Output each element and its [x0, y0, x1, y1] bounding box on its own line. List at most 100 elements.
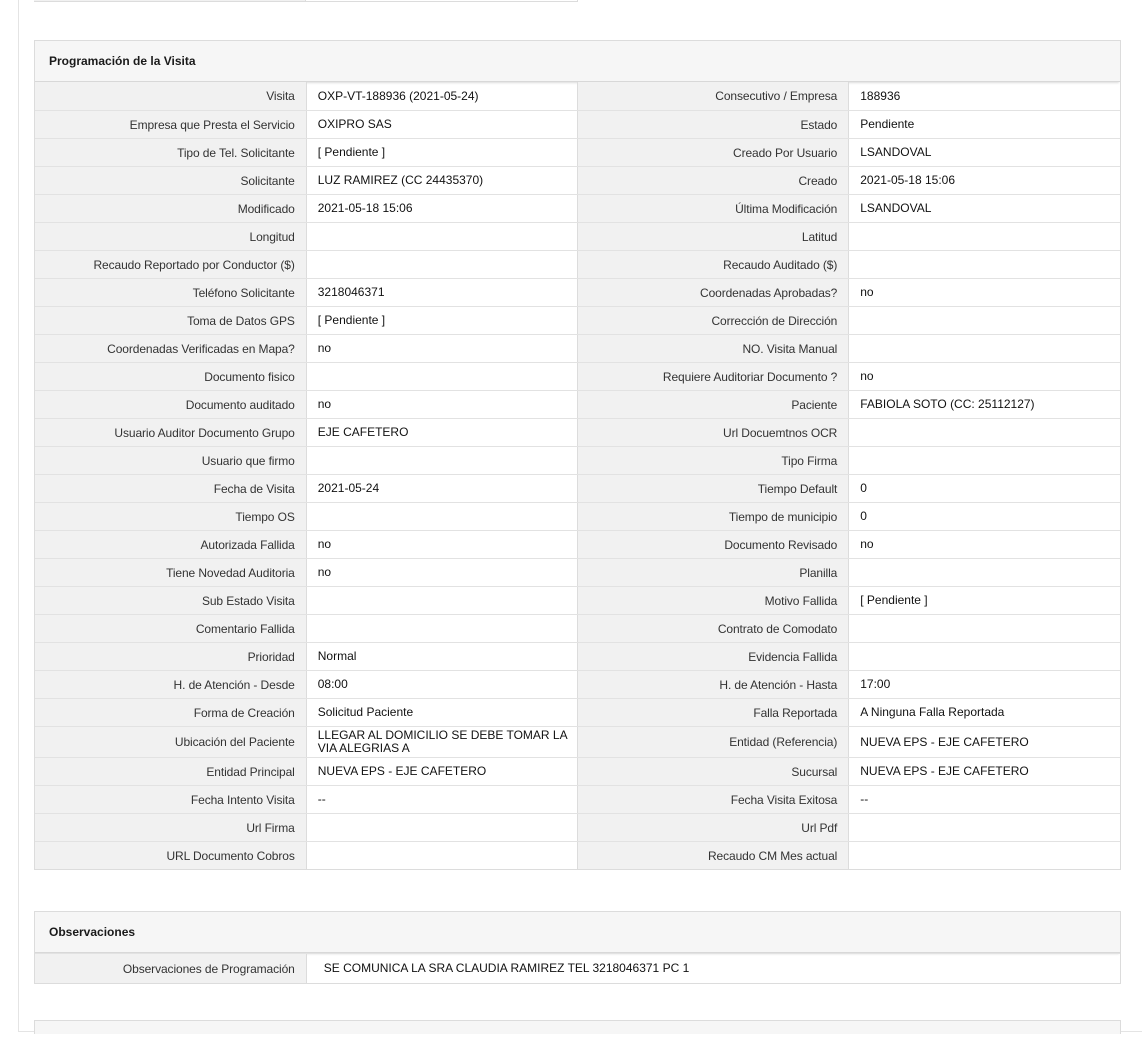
right-field-value: 188936 — [860, 88, 901, 103]
left-field-value: no — [307, 335, 578, 362]
left-field-value — [307, 587, 578, 614]
table-row: Tiene Novedad Auditoria no Planilla — [35, 558, 1120, 586]
right-field-value — [849, 842, 1120, 869]
right-field-value: no — [860, 537, 874, 551]
right-field-value: 0 — [860, 509, 867, 523]
right-field-value — [849, 251, 1120, 278]
right-field-value: 2021-05-18 15:06 — [860, 173, 955, 187]
table-row: Tiempo OS Tiempo de municipio 0 — [35, 502, 1120, 530]
right-field-value: LSANDOVAL — [860, 145, 932, 159]
left-field-value — [307, 503, 578, 530]
left-field-value: -- — [307, 786, 578, 813]
left-field-value: LLEGAR AL DOMICILIO SE DEBE TOMAR LA VIA… — [307, 727, 578, 757]
right-field-label: Contrato de Comodato — [577, 615, 850, 642]
table-row: Documento fisico Requiere Auditoriar Docu… — [35, 362, 1120, 390]
left-field-value: no — [307, 531, 578, 558]
table-row: Url Firma Url Pdf — [35, 813, 1120, 841]
left-field-value: LUZ RAMIREZ (CC 24435370) — [307, 167, 578, 194]
left-field-value: Normal — [307, 643, 578, 670]
left-field-value: [ Pendiente ] — [307, 139, 578, 166]
table-row: URL Documento Cobros Recaudo CM Mes actua… — [35, 841, 1120, 869]
right-field-value — [849, 223, 1120, 250]
left-field-label: Tiempo OS — [35, 503, 307, 530]
left-field-value: [ Pendiente ] — [307, 307, 578, 334]
left-field-value: 2021-05-24 — [307, 475, 578, 502]
table-row: Longitud Latitud — [35, 222, 1120, 250]
previous-table-label-cell — [34, 0, 306, 1]
right-field-label: Documento Revisado — [577, 531, 850, 558]
left-field-label: Ubicación del Paciente — [35, 727, 307, 757]
left-field-value: NUEVA EPS - EJE CAFETERO — [307, 758, 578, 785]
right-field-label: Última Modificación — [577, 195, 850, 222]
observaciones-label: Observaciones de Programación — [35, 954, 307, 983]
left-field-label: H. de Atención - Desde — [35, 671, 307, 698]
left-field-label: Comentario Fallida — [35, 615, 307, 642]
table-row: Solicitante LUZ RAMIREZ (CC 24435370) Crea… — [35, 166, 1120, 194]
right-field-value: 0 — [860, 481, 867, 495]
left-field-label: URL Documento Cobros — [35, 842, 307, 869]
programacion-section-title: Programación de la Visita — [35, 41, 1120, 82]
right-field-value — [849, 307, 1120, 334]
right-field-value: [ Pendiente ] — [860, 593, 928, 607]
right-field-label: Tiempo Default — [577, 475, 850, 502]
table-row: Prioridad Normal Evidencia Fallida — [35, 642, 1120, 670]
right-field-value — [849, 615, 1120, 642]
table-row: Teléfono Solicitante 3218046371 Coordenada… — [35, 278, 1120, 306]
table-row: Forma de Creación Solicitud Paciente Falla… — [35, 698, 1120, 726]
left-field-label: Autorizada Fallida — [35, 531, 307, 558]
table-row: Coordenadas Verificadas en Mapa? no NO. V… — [35, 334, 1120, 362]
right-field-label: Corrección de Dirección — [577, 307, 850, 334]
table-row: Visita OXP-VT-188936 (2021-05-24) Consecut… — [35, 82, 1120, 110]
left-field-label: Usuario que firmo — [35, 447, 307, 474]
left-field-value: 08:00 — [307, 671, 578, 698]
left-field-value — [307, 615, 578, 642]
left-field-label: Fecha Intento Visita — [35, 786, 307, 813]
programacion-table: Visita OXP-VT-188936 (2021-05-24) Consecut… — [35, 82, 1120, 869]
left-field-value — [307, 814, 578, 841]
right-field-label: Planilla — [577, 559, 850, 586]
right-field-label: Url Pdf — [577, 814, 850, 841]
right-field-label: Recaudo Auditado ($) — [577, 251, 850, 278]
table-row: Sub Estado Visita Motivo Fallida [ Pendien… — [35, 586, 1120, 614]
table-row: Documento auditado no Paciente FABIOLA SOT… — [35, 390, 1120, 418]
right-field-label: Coordenadas Aprobadas? — [577, 279, 850, 306]
right-field-value — [849, 559, 1120, 586]
table-row: H. de Atención - Desde 08:00 H. de Atenció… — [35, 670, 1120, 698]
right-field-label: H. de Atención - Hasta — [577, 671, 850, 698]
observaciones-row: Observaciones de Programación SE COMUNIC… — [35, 953, 1120, 983]
left-field-label: Forma de Creación — [35, 699, 307, 726]
previous-table-value-cell — [306, 0, 578, 1]
previous-table-remnant — [34, 0, 578, 2]
left-field-label: Longitud — [35, 223, 307, 250]
left-field-label: Entidad Principal — [35, 758, 307, 785]
right-field-label: Fecha Visita Exitosa — [577, 786, 850, 813]
left-field-label: Toma de Datos GPS — [35, 307, 307, 334]
left-field-value: EJE CAFETERO — [307, 419, 578, 446]
right-field-value — [849, 814, 1120, 841]
right-field-value — [849, 643, 1120, 670]
right-field-value: no — [860, 285, 874, 299]
right-field-label: Estado — [577, 111, 850, 138]
left-field-label: Usuario Auditor Documento Grupo — [35, 419, 307, 446]
left-field-label: Sub Estado Visita — [35, 587, 307, 614]
right-field-label: Tiempo de municipio — [577, 503, 850, 530]
table-row: Fecha de Visita 2021-05-24 Tiempo Default… — [35, 474, 1120, 502]
right-field-value: NUEVA EPS - EJE CAFETERO — [860, 764, 1029, 778]
observaciones-section: Observaciones Observaciones de Programac… — [34, 911, 1121, 984]
table-row: Empresa que Presta el Servicio OXIPRO SAS… — [35, 110, 1120, 138]
left-field-label: Visita — [35, 82, 307, 110]
right-field-label: Creado Por Usuario — [577, 139, 850, 166]
table-row: Ubicación del Paciente LLEGAR AL DOMICILI… — [35, 726, 1120, 757]
left-field-label: Coordenadas Verificadas en Mapa? — [35, 335, 307, 362]
table-row: Autorizada Fallida no Documento Revisado … — [35, 530, 1120, 558]
right-field-value — [849, 335, 1120, 362]
right-field-value: Pendiente — [860, 117, 915, 131]
right-field-value: FABIOLA SOTO (CC: 25112127) — [860, 397, 1035, 411]
left-field-value — [307, 447, 578, 474]
left-field-label: Solicitante — [35, 167, 307, 194]
left-field-value — [307, 251, 578, 278]
right-field-value — [849, 419, 1120, 446]
right-field-label: Evidencia Fallida — [577, 643, 850, 670]
right-field-value: NUEVA EPS - EJE CAFETERO — [860, 734, 1029, 749]
left-field-value: no — [307, 559, 578, 586]
